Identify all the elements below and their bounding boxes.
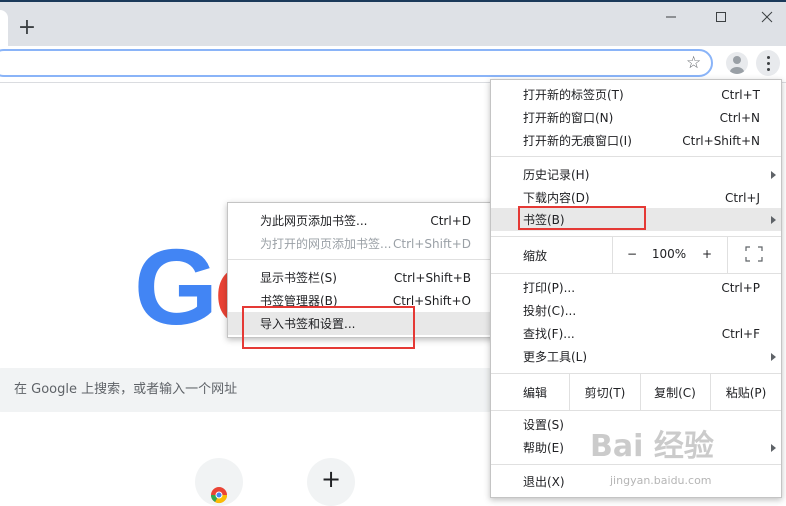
menu-item-find[interactable]: 查找(F)... Ctrl+F <box>491 322 781 345</box>
submenu-arrow-icon <box>771 215 776 224</box>
cut-button[interactable]: 剪切(T) <box>571 384 639 401</box>
zoom-out-button[interactable]: − <box>621 247 643 261</box>
bookmark-star-icon[interactable]: ☆ <box>686 52 701 74</box>
submenu-arrow-icon <box>771 170 776 179</box>
maximize-icon <box>716 12 726 22</box>
menu-kebab-icon[interactable] <box>756 50 780 76</box>
divider <box>569 374 570 410</box>
menu-separator <box>228 259 495 260</box>
menu-item-new-incognito[interactable]: 打开新的无痕窗口(I) Ctrl+Shift+N <box>491 129 781 152</box>
copy-button[interactable]: 复制(C) <box>641 384 709 401</box>
minimize-icon <box>666 16 676 18</box>
highlight-box-import <box>242 306 415 349</box>
submenu-arrow-icon <box>771 352 776 361</box>
profile-avatar-icon[interactable] <box>726 52 748 74</box>
menu-separator <box>491 273 781 274</box>
fullscreen-icon[interactable] <box>745 246 763 262</box>
paste-button[interactable]: 粘贴(P) <box>711 384 781 401</box>
menu-item-more-tools[interactable]: 更多工具(L) <box>491 345 781 368</box>
menu-item-new-window[interactable]: 打开新的窗口(N) Ctrl+N <box>491 106 781 129</box>
active-tab[interactable] <box>0 10 8 46</box>
chrome-icon <box>210 487 228 504</box>
menu-item-history[interactable]: 历史记录(H) <box>491 163 781 186</box>
menu-separator <box>491 236 781 237</box>
plus-icon: + <box>320 465 342 493</box>
zoom-in-button[interactable]: + <box>697 247 717 261</box>
menu-item-show-bookmarks-bar[interactable]: 显示书签栏(S) Ctrl+Shift+B <box>228 266 495 289</box>
watermark-logo: Bai 经验 <box>590 429 714 464</box>
zoom-level: 100% <box>651 247 687 261</box>
divider <box>612 237 613 273</box>
menu-item-bookmark-open-pages[interactable]: 为打开的网页添加书签... Ctrl+Shift+D <box>228 232 495 255</box>
close-icon <box>761 11 773 23</box>
watermark-url: jingyan.baidu.com <box>610 474 712 487</box>
menu-separator <box>491 156 781 157</box>
add-shortcut-button[interactable]: + <box>307 458 355 506</box>
search-placeholder: 在 Google 上搜索，或者输入一个网址 <box>14 382 238 397</box>
submenu-arrow-icon <box>771 443 776 452</box>
highlight-box-bookmarks <box>518 206 646 230</box>
divider <box>727 237 728 273</box>
menu-separator <box>491 410 781 411</box>
menu-item-add-bookmark[interactable]: 为此网页添加书签... Ctrl+D <box>228 209 495 232</box>
menu-separator <box>491 373 781 374</box>
address-bar[interactable] <box>0 49 713 77</box>
minimize-button[interactable] <box>648 2 694 32</box>
shortcut-tile[interactable] <box>195 458 243 506</box>
menu-item-new-tab[interactable]: 打开新的标签页(T) Ctrl+T <box>491 83 781 106</box>
maximize-button[interactable] <box>698 2 744 32</box>
close-button[interactable] <box>744 2 786 32</box>
menu-item-cast[interactable]: 投射(C)... <box>491 299 781 322</box>
menu-separator <box>491 464 781 465</box>
new-tab-button[interactable]: + <box>13 14 41 42</box>
menu-item-print[interactable]: 打印(P)... Ctrl+P <box>491 276 781 299</box>
